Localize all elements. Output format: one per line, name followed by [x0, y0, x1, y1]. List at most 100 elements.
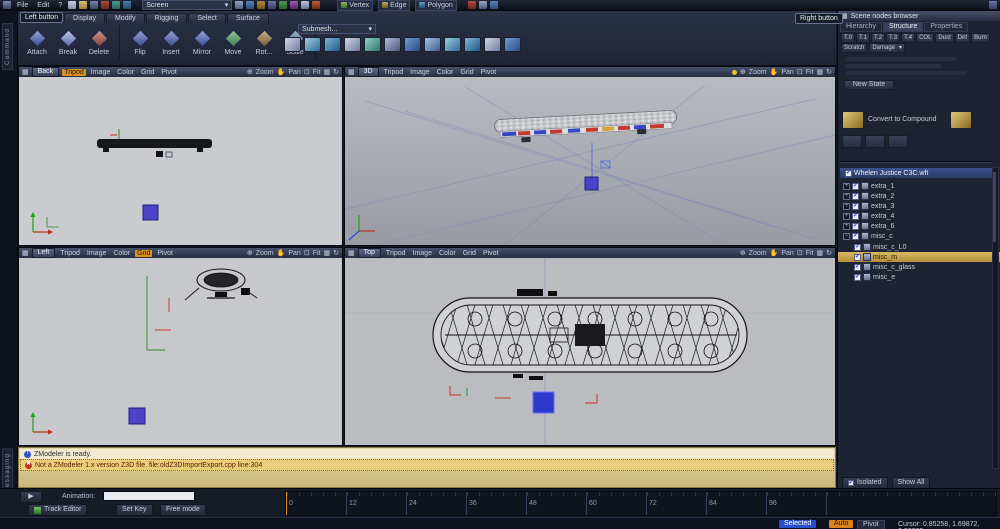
material-editor-icon[interactable]: [246, 1, 254, 9]
scene-browser-titlebar[interactable]: ▦ Scene nodes browser: [838, 11, 1000, 21]
pan-icon[interactable]: ✋: [277, 249, 286, 257]
viewport-refresh-icon[interactable]: ↻: [333, 249, 339, 257]
viewport-back-name[interactable]: Back: [32, 67, 60, 77]
mode-extra3-icon[interactable]: [490, 1, 498, 9]
viewport-menu-icon[interactable]: ▦: [348, 249, 355, 257]
pan-label[interactable]: Pan: [288, 69, 300, 76]
lightbar-top-wireframe[interactable]: [433, 289, 747, 380]
new-file-icon[interactable]: [68, 1, 76, 9]
command-panel-tab[interactable]: Command: [2, 23, 13, 70]
tab-properties[interactable]: Properties: [924, 22, 968, 32]
zoom-label[interactable]: Zoom: [749, 69, 767, 76]
fit-icon[interactable]: ⊡: [797, 249, 803, 257]
extrude-tool-icon[interactable]: [464, 37, 481, 52]
vertex-mode-toggle[interactable]: Vertex: [337, 0, 373, 11]
node-tool2-icon[interactable]: [865, 135, 885, 148]
menu-image[interactable]: Image: [85, 250, 108, 257]
zoom-icon[interactable]: ⊕: [740, 68, 746, 76]
state-t2-button[interactable]: T.2: [871, 33, 885, 43]
expand-icon[interactable]: +: [843, 223, 850, 230]
cone-primitive-icon[interactable]: [344, 37, 361, 52]
selected-badge[interactable]: Selected: [779, 520, 816, 528]
tree-item[interactable]: + ✔ extra_2: [838, 191, 994, 201]
zoom-label[interactable]: Zoom: [256, 69, 274, 76]
shading-icon[interactable]: [732, 70, 737, 75]
bevel-tool-icon[interactable]: [484, 37, 501, 52]
viewport-refresh-icon[interactable]: ↻: [333, 68, 339, 76]
tree-item[interactable]: + ✔ extra_4: [838, 211, 994, 221]
tree-root[interactable]: ✔ Whelen Justice C3C.wft: [840, 168, 994, 178]
expand-icon[interactable]: +: [843, 193, 850, 200]
mirror-button[interactable]: Mirror: [187, 29, 217, 56]
plane-primitive-icon[interactable]: [384, 37, 401, 52]
node-tool3-icon[interactable]: [888, 135, 908, 148]
fit-label[interactable]: Fit: [806, 250, 814, 257]
pivot-marker[interactable]: [585, 177, 598, 190]
zoom-label[interactable]: Zoom: [749, 250, 767, 257]
menu-grid[interactable]: Grid: [135, 250, 152, 257]
tree-item[interactable]: ✔ misc_e: [838, 272, 994, 282]
animation-input[interactable]: [103, 491, 195, 501]
save-file-icon[interactable]: [90, 1, 98, 9]
pivot-marker[interactable]: [533, 392, 554, 413]
state-t3-button[interactable]: T.3: [886, 33, 900, 43]
scratch-button[interactable]: Scratch: [841, 43, 867, 53]
state-dirt-button[interactable]: Dirt: [955, 33, 970, 43]
track-editor-button[interactable]: Track Editor: [28, 504, 87, 516]
delete-icon[interactable]: [101, 1, 109, 9]
viewport-back-canvas[interactable]: [19, 77, 342, 245]
tab-select[interactable]: Select: [188, 13, 225, 23]
pan-label[interactable]: Pan: [781, 69, 793, 76]
set-key-button[interactable]: Set Key: [116, 504, 153, 516]
zoom-icon[interactable]: ⊕: [247, 249, 253, 257]
expand-icon[interactable]: +: [843, 213, 850, 220]
delete-button[interactable]: Delete: [84, 29, 114, 56]
cylinder-primitive-icon[interactable]: [324, 37, 341, 52]
fit-label[interactable]: Fit: [313, 250, 321, 257]
snap-icon[interactable]: [279, 1, 287, 9]
fit-label[interactable]: Fit: [313, 69, 321, 76]
tree-item[interactable]: ✔ misc_c_L0: [838, 242, 994, 252]
viewport-menu-icon[interactable]: ▦: [22, 68, 29, 76]
tree-item[interactable]: ✔ misc_c_glass: [838, 262, 994, 272]
menu-grid[interactable]: Grid: [458, 69, 475, 76]
timeline-ruler[interactable]: 0 12 24 36 48 60 72 84 96: [285, 491, 997, 516]
tab-rigging[interactable]: Rigging: [146, 13, 188, 23]
viewport-menu-icon[interactable]: ▦: [22, 249, 29, 257]
menu-file[interactable]: File: [14, 2, 31, 9]
torus-primitive-icon[interactable]: [364, 37, 381, 52]
undo-icon[interactable]: [112, 1, 120, 9]
message-info-row[interactable]: i ZModeler is ready.: [20, 449, 834, 459]
menu-color[interactable]: Color: [115, 69, 136, 76]
new-state-button[interactable]: New State: [844, 80, 894, 90]
node-tool1-icon[interactable]: [842, 135, 862, 148]
zoom-label[interactable]: Zoom: [256, 250, 274, 257]
compound-crate-icon[interactable]: [842, 111, 864, 129]
tab-hierarchy[interactable]: Hierarchy: [840, 22, 882, 32]
viewport-grid-icon[interactable]: ▦: [324, 68, 331, 76]
expand-icon[interactable]: −: [843, 233, 850, 240]
menu-image[interactable]: Image: [411, 250, 434, 257]
pan-label[interactable]: Pan: [288, 250, 300, 257]
menu-grid[interactable]: Grid: [139, 69, 156, 76]
visibility-checkbox[interactable]: ✔: [852, 213, 859, 220]
expand-icon[interactable]: +: [843, 183, 850, 190]
viewport-refresh-icon[interactable]: ↻: [826, 68, 832, 76]
viewport-grid-icon[interactable]: ▦: [817, 249, 824, 257]
weld-tool-icon[interactable]: [444, 37, 461, 52]
redo-icon[interactable]: [123, 1, 131, 9]
visibility-checkbox[interactable]: ✔: [852, 193, 859, 200]
visibility-checkbox[interactable]: ✔: [845, 170, 852, 177]
visibility-checkbox[interactable]: ✔: [854, 274, 861, 281]
pan-icon[interactable]: ✋: [277, 68, 286, 76]
state-t4-button[interactable]: T.4: [901, 33, 915, 43]
viewport-left-canvas[interactable]: [19, 258, 342, 445]
viewport-grid-icon[interactable]: ▦: [324, 249, 331, 257]
break-button[interactable]: Break: [53, 29, 83, 56]
state-dust-button[interactable]: Dust: [935, 33, 953, 43]
visibility-checkbox[interactable]: ✔: [852, 203, 859, 210]
zoom-icon[interactable]: ⊕: [740, 249, 746, 257]
compound-crate2-icon[interactable]: [950, 111, 972, 129]
mode-extra2-icon[interactable]: [479, 1, 487, 9]
viewport-menu-icon[interactable]: ▦: [348, 68, 355, 76]
